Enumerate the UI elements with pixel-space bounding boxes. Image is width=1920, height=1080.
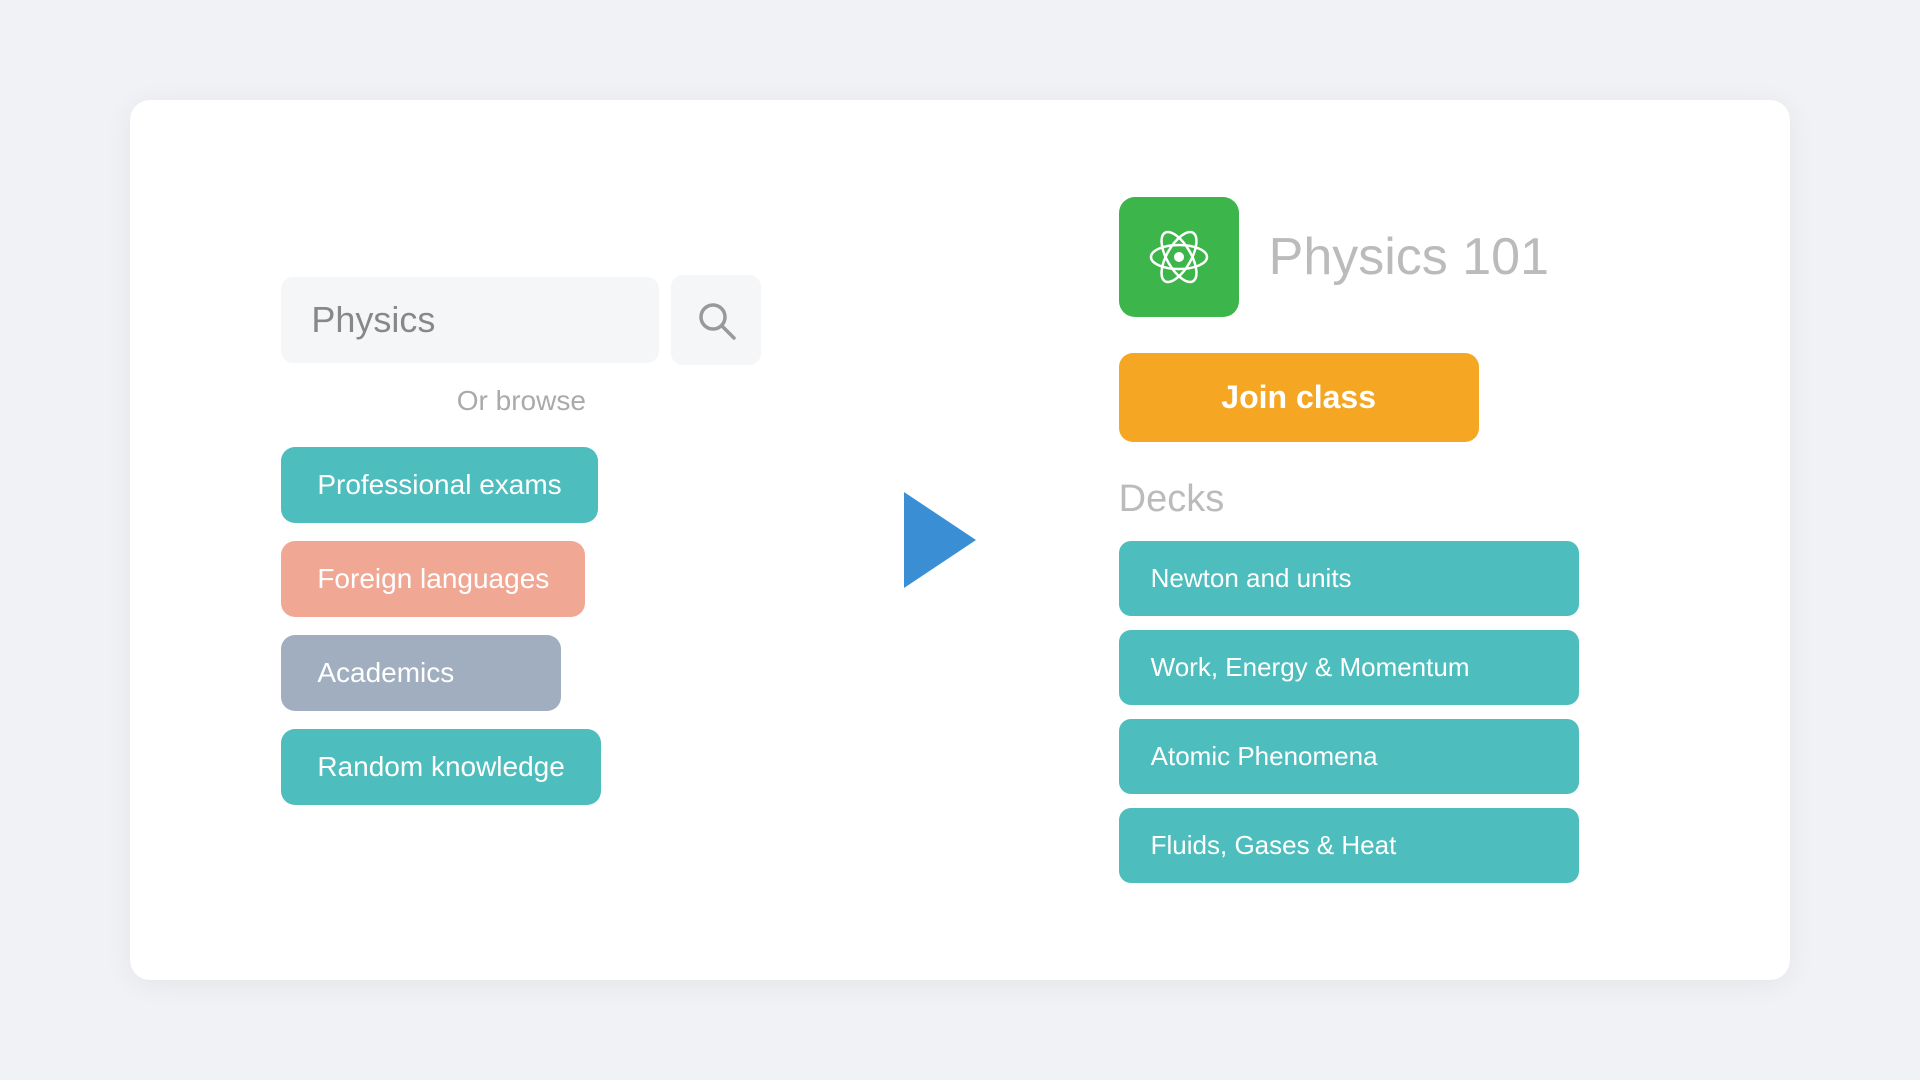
left-panel: Physics Or browse Professional exams For… [281,275,761,805]
search-input: Physics [311,299,435,340]
search-icon [694,298,738,342]
arrow-container [904,492,976,588]
main-container: Physics Or browse Professional exams For… [130,100,1790,980]
deck-work-energy-momentum[interactable]: Work, Energy & Momentum [1119,630,1579,705]
class-title: Physics 101 [1269,227,1549,287]
category-list: Professional exams Foreign languages Aca… [281,447,761,805]
deck-fluids-gases-heat[interactable]: Fluids, Gases & Heat [1119,808,1579,883]
decks-label: Decks [1119,478,1225,521]
or-browse-label: Or browse [281,385,761,417]
atom-icon [1143,221,1215,293]
deck-newton-and-units[interactable]: Newton and units [1119,541,1579,616]
search-row: Physics [281,275,761,365]
class-header: Physics 101 [1119,197,1549,317]
category-random-knowledge[interactable]: Random knowledge [281,729,601,805]
category-professional-exams[interactable]: Professional exams [281,447,597,523]
deck-list: Newton and units Work, Energy & Momentum… [1119,541,1639,883]
deck-atomic-phenomena[interactable]: Atomic Phenomena [1119,719,1579,794]
category-foreign-languages[interactable]: Foreign languages [281,541,585,617]
search-input-wrapper[interactable]: Physics [281,277,659,363]
right-panel: Physics 101 Join class Decks Newton and … [1119,197,1639,883]
class-icon [1119,197,1239,317]
category-academics[interactable]: Academics [281,635,561,711]
search-button[interactable] [671,275,761,365]
join-class-button[interactable]: Join class [1119,353,1479,442]
right-arrow-icon [904,492,976,588]
